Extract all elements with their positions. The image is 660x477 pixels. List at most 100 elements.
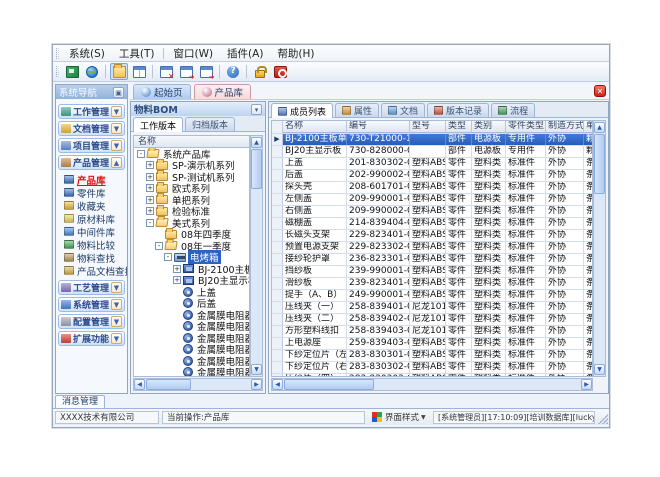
tree-hscroll-thumb[interactable]: [146, 379, 191, 390]
column-header-类型[interactable]: 类型: [446, 121, 472, 133]
expand-icon[interactable]: +: [173, 276, 181, 284]
nav-group-项目管理[interactable]: 项目管理▼: [58, 138, 125, 153]
table-row[interactable]: 预置电源支架229-823302-00X塑料ABS零件塑料类标准件外协条: [272, 242, 592, 254]
table-row[interactable]: 下纱定位片（左）283-830301-00X塑料ABS零件塑料类标准件外协条: [272, 350, 592, 362]
table-row[interactable]: 提手（A、B）249-990001-01X塑料ABS零件塑料类标准件外协条: [272, 290, 592, 302]
interface-style-dropdown[interactable]: 界面样式 ▼: [368, 411, 430, 424]
tab-属性[interactable]: 属性: [335, 103, 379, 117]
column-header-编号[interactable]: 编号: [347, 121, 410, 133]
table-row[interactable]: 长磁头支架229-823401-00X塑料ABS零件塑料类标准件外协条: [272, 230, 592, 242]
table-row[interactable]: 接纱轮护罩236-823301-00X塑料ABS零件塑料类标准件外协条: [272, 254, 592, 266]
sidebar-item-中间件库[interactable]: 中间件库: [57, 225, 126, 238]
column-header-零件类型[interactable]: 零件类型: [506, 121, 546, 133]
help-button[interactable]: [224, 63, 242, 80]
sidebar-item-产品文档查找[interactable]: 产品文档查找: [57, 264, 126, 277]
menu-grip[interactable]: [56, 48, 59, 59]
sidebar-item-产品库[interactable]: 产品库: [57, 173, 126, 186]
column-header-类别[interactable]: 类别: [472, 121, 506, 133]
toolbar-grip[interactable]: [56, 66, 59, 77]
chevron-down-icon[interactable]: ▼: [111, 140, 122, 151]
table-row[interactable]: ▶BJ-2100主板单点730-T21000-12X部件电源板专用件外协颗: [272, 134, 592, 146]
scroll-right-icon[interactable]: ▶: [251, 379, 262, 390]
expand-icon[interactable]: +: [146, 173, 154, 181]
tree-horizontal-scrollbar[interactable]: ◀ ▶: [133, 378, 263, 391]
expand-icon[interactable]: +: [146, 184, 154, 192]
nav-group-工作管理[interactable]: 工作管理▼: [58, 104, 125, 119]
table-vertical-scrollbar[interactable]: ▲ ▼: [593, 120, 606, 377]
chevron-down-icon[interactable]: ▼: [111, 299, 122, 310]
table-row[interactable]: 压纱片（四）283-830303-00X塑料ABS零件塑料类标准件外协条: [272, 374, 592, 377]
resize-grip[interactable]: [598, 414, 608, 424]
tab-归档版本[interactable]: 归档版本: [185, 117, 235, 131]
table-row[interactable]: 探头壳208-601701-01X塑料ABS零件塑料类标准件外协条: [272, 182, 592, 194]
menu-item-0[interactable]: 系统(S): [62, 45, 112, 62]
table-row[interactable]: 压线夹（二）258-839402-00X尼龙1010零件塑料类标准件外协条: [272, 314, 592, 326]
window-import-button[interactable]: [197, 63, 215, 80]
table-vscroll-thumb[interactable]: [594, 134, 605, 194]
window-export-button[interactable]: [177, 63, 195, 80]
collapse-icon[interactable]: -: [137, 150, 145, 158]
doc-tab-产品库[interactable]: 产品库: [194, 84, 252, 99]
scroll-down-icon[interactable]: ▼: [251, 364, 262, 375]
menu-item-3[interactable]: 插件(A): [220, 45, 270, 62]
menu-item-1[interactable]: 工具(T): [112, 45, 162, 62]
expand-icon[interactable]: +: [146, 207, 154, 215]
tab-成员列表[interactable]: 成员列表: [271, 103, 333, 118]
chevron-down-icon[interactable]: ▼: [111, 282, 122, 293]
table-row[interactable]: 左侧盖209-990001-01X塑料ABS零件塑料类标准件外协条: [272, 194, 592, 206]
table-row[interactable]: 压线夹（一）258-839401-00X尼龙1010零件塑料类标准件外协条: [272, 302, 592, 314]
column-header-制造方式[interactable]: 制造方式: [546, 121, 584, 133]
tree-vertical-scrollbar[interactable]: ▲ ▼: [250, 135, 263, 377]
expand-icon[interactable]: +: [146, 196, 154, 204]
tree-vscroll-thumb[interactable]: [251, 149, 262, 189]
lock-button[interactable]: [251, 63, 269, 80]
tab-版本记录[interactable]: 版本记录: [427, 103, 489, 117]
sidebar-item-物料查找[interactable]: 物料查找: [57, 251, 126, 264]
sidebar-item-原材料库[interactable]: 原材料库: [57, 212, 126, 225]
menu-item-4[interactable]: 帮助(H): [270, 45, 321, 62]
workspace-button[interactable]: [63, 63, 81, 80]
chevron-down-icon[interactable]: ▼: [111, 316, 122, 327]
expand-icon[interactable]: +: [173, 265, 181, 273]
table-row[interactable]: 下纱定位片（右）283-830302-00X塑料ABS零件塑料类标准件外协条: [272, 362, 592, 374]
tab-流程[interactable]: 流程: [491, 103, 535, 117]
sidebar-item-收藏夹[interactable]: 收藏夹: [57, 199, 126, 212]
expand-icon[interactable]: +: [146, 161, 154, 169]
column-header-单位[interactable]: 单位: [584, 121, 593, 133]
nav-group-配置管理[interactable]: 配置管理▼: [58, 314, 125, 329]
close-tab-icon[interactable]: ✕: [594, 85, 606, 97]
chevron-down-icon[interactable]: ▼: [111, 333, 122, 344]
pin-icon[interactable]: ▣: [113, 87, 124, 98]
table-row[interactable]: 滑纱板239-823401-00X塑料ABS零件塑料类标准件外协条: [272, 278, 592, 290]
table-row[interactable]: BJ20主显示板730-828000-04X部件电源板专用件外协颗: [272, 146, 592, 158]
globe-button[interactable]: [83, 63, 101, 80]
menu-item-2[interactable]: 窗口(W): [166, 45, 220, 62]
table-row[interactable]: 挡纱板239-990001-01X塑料ABS零件塑料类标准件外协条: [272, 266, 592, 278]
tree-node-金属膜电阻器[interactable]: 金属膜电阻器: [134, 367, 249, 378]
collapse-icon[interactable]: -: [164, 253, 172, 261]
scroll-up-icon[interactable]: ▲: [251, 137, 262, 148]
nav-group-产品管理[interactable]: 产品管理▲: [58, 155, 125, 170]
nav-group-文档管理[interactable]: 文档管理▼: [58, 121, 125, 136]
nav-group-系统管理[interactable]: 系统管理▼: [58, 297, 125, 312]
column-header-名称[interactable]: 名称: [283, 121, 347, 133]
table-row[interactable]: 后盖202-990002-01X塑料ABS零件塑料类标准件外协条: [272, 170, 592, 182]
chevron-up-icon[interactable]: ▲: [111, 157, 122, 168]
scroll-left-icon[interactable]: ◀: [134, 379, 145, 390]
sidebar-item-零件库[interactable]: 零件库: [57, 186, 126, 199]
exit-button[interactable]: [271, 63, 289, 80]
nav-group-工艺管理[interactable]: 工艺管理▼: [58, 280, 125, 295]
panel-restore-icon[interactable]: ▾: [251, 104, 262, 115]
tree-column-header[interactable]: 名称: [133, 135, 250, 148]
table-row[interactable]: 方形塑料线扣258-839403-00X尼龙1010零件塑料类标准件外协条: [272, 326, 592, 338]
scroll-down-icon[interactable]: ▼: [594, 364, 605, 375]
tree-node-上盖[interactable]: 上盖: [134, 286, 249, 298]
tab-工作版本[interactable]: 工作版本: [133, 117, 183, 132]
scroll-left-icon[interactable]: ◀: [272, 379, 283, 390]
collapse-icon[interactable]: -: [146, 219, 154, 227]
table-row[interactable]: 上电源座259-839403-00X塑料ABS零件塑料类标准件外协条: [272, 338, 592, 350]
message-manager-tab[interactable]: 消息管理: [55, 395, 105, 408]
nav-group-扩展功能[interactable]: 扩展功能▼: [58, 331, 125, 346]
window-close-button[interactable]: [157, 63, 175, 80]
chevron-down-icon[interactable]: ▼: [111, 106, 122, 117]
